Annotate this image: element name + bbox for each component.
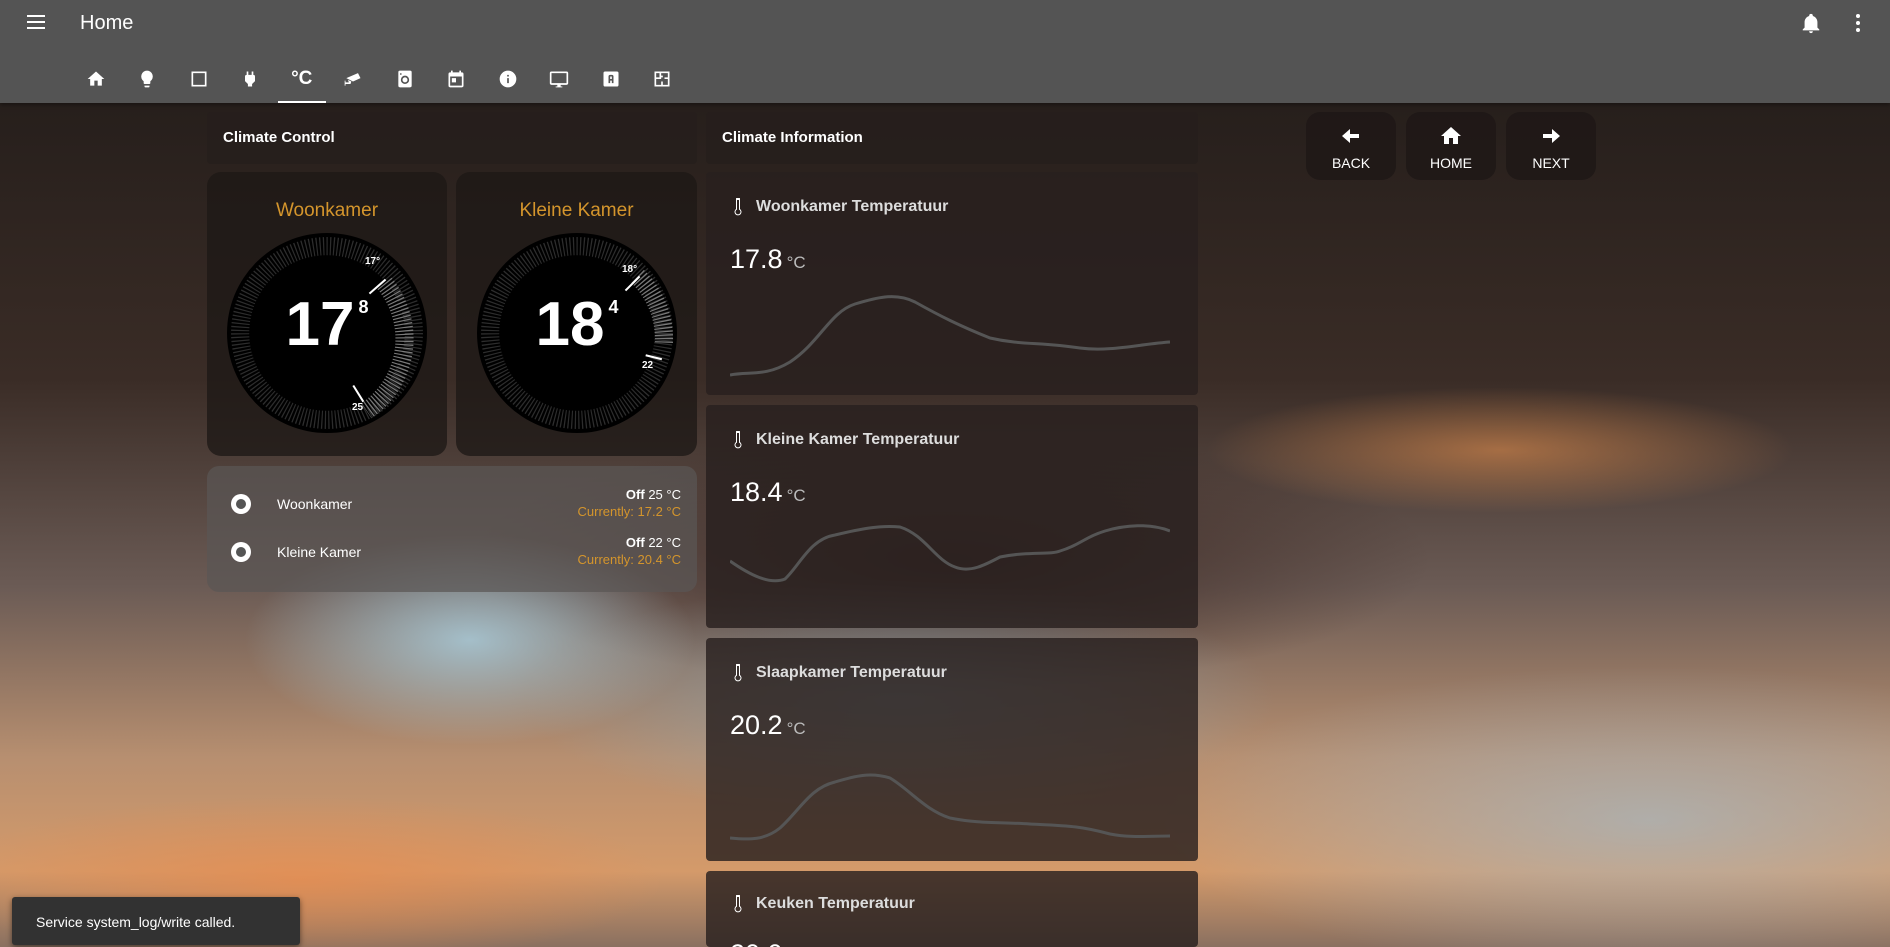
tab-security[interactable] <box>328 55 380 103</box>
arrow-left-icon <box>1342 129 1359 143</box>
sensor-card-keuken[interactable]: Keuken Temperatuur 20.0°C <box>706 871 1198 947</box>
tab-switches[interactable] <box>225 55 277 103</box>
thermostat-summary-card: Woonkamer Off 25 °C Currently: 17.2 °C K… <box>207 466 697 592</box>
tab-media[interactable] <box>534 55 586 103</box>
washing-machine-icon <box>398 70 412 88</box>
sensor-history-graph <box>730 748 1170 858</box>
next-button[interactable]: NEXT <box>1506 112 1596 180</box>
tab-lights[interactable] <box>122 55 174 103</box>
target-marker-label: 22 <box>642 360 654 371</box>
climate-information-title: Climate Information <box>722 129 863 146</box>
thermostat-icon <box>231 494 251 514</box>
lightbulb-icon <box>141 70 154 88</box>
summary-name: Kleine Kamer <box>277 544 362 560</box>
thermostat-card-kleine-kamer[interactable]: Kleine Kamer 18 4 18° 22 <box>456 172 697 456</box>
arrow-right-icon <box>1543 129 1560 143</box>
thermostat-name: Woonkamer <box>275 200 379 221</box>
view-tabs: °C <box>70 55 688 103</box>
tab-info[interactable] <box>482 55 534 103</box>
home-icon <box>1441 127 1461 144</box>
sensor-card-woonkamer[interactable]: Woonkamer Temperatuur 17.8 °C <box>706 172 1198 395</box>
sensor-value: 20.0°C <box>730 939 806 947</box>
summary-name: Woonkamer <box>277 496 353 512</box>
tab-home[interactable] <box>70 55 122 103</box>
menu-icon[interactable] <box>24 10 48 34</box>
summary-row-woonkamer[interactable]: Woonkamer Off 25 °C Currently: 17.2 °C <box>207 485 697 525</box>
thermostat-value: 18 4 <box>535 290 619 359</box>
current-marker-label: 18° <box>622 264 638 275</box>
tab-automation[interactable] <box>585 55 637 103</box>
overflow-menu-icon[interactable] <box>1852 12 1864 34</box>
summary-state: Off 22 °C Currently: 20.4 °C <box>577 535 681 567</box>
climate-control-header: Climate Control <box>207 112 697 164</box>
sensor-value: 17.8 °C <box>730 244 806 274</box>
thermostat-card-woonkamer[interactable]: Woonkamer 17 8 17° 25 <box>207 172 447 456</box>
tab-floorplan[interactable] <box>637 55 689 103</box>
page-title: Home <box>80 12 134 34</box>
monitor-icon <box>550 71 569 88</box>
thermostat-name: Kleine Kamer <box>519 200 634 221</box>
thermometer-icon <box>734 431 742 449</box>
sensor-value: 18.4 °C <box>730 477 806 507</box>
summary-row-kleine-kamer[interactable]: Kleine Kamer Off 22 °C Currently: 20.4 °… <box>207 533 697 573</box>
thermometer-icon <box>734 198 742 216</box>
sensor-card-kleine-kamer[interactable]: Kleine Kamer Temperatuur 18.4 °C <box>706 405 1198 628</box>
sensor-history-graph <box>730 515 1170 625</box>
toast-message: Service system_log/write called. <box>36 914 236 930</box>
summary-current: Currently: 17.2 °C <box>577 504 681 519</box>
current-marker-label: 17° <box>365 256 381 267</box>
climate-information-header: Climate Information <box>706 112 1198 164</box>
sensor-name: Slaapkamer Temperatuur <box>734 664 947 682</box>
alpha-a-box-icon <box>603 71 619 87</box>
notification-bell-icon[interactable] <box>1800 12 1822 34</box>
thermostat-dial[interactable]: 17 8 17° 25 <box>226 232 428 434</box>
summary-current: Currently: 20.4 °C <box>577 552 681 567</box>
app-toolbar: Home °C <box>0 0 1890 103</box>
sensor-card-slaapkamer[interactable]: Slaapkamer Temperatuur 20.2 °C <box>706 638 1198 861</box>
tab-climate[interactable]: °C <box>276 55 328 103</box>
celsius-icon: °C <box>291 68 313 89</box>
square-icon <box>191 71 207 87</box>
thermometer-icon <box>734 895 742 913</box>
power-plug-icon <box>245 71 256 87</box>
toast-notification: Service system_log/write called. <box>12 897 300 945</box>
home-button[interactable]: HOME <box>1406 112 1496 180</box>
floor-plan-icon <box>654 71 670 87</box>
target-marker-label: 25 <box>352 402 364 413</box>
tab-calendar[interactable] <box>431 55 483 103</box>
information-icon <box>499 70 517 88</box>
calendar-icon <box>448 70 464 88</box>
thermometer-icon <box>734 664 742 682</box>
sensor-history-graph <box>730 282 1170 392</box>
security-camera-icon <box>344 73 361 86</box>
back-button[interactable]: BACK <box>1306 112 1396 180</box>
tab-appliances[interactable] <box>379 55 431 103</box>
sensor-name: Kleine Kamer Temperatuur <box>734 431 959 449</box>
sensor-name: Woonkamer Temperatuur <box>734 198 948 216</box>
climate-control-title: Climate Control <box>223 129 335 146</box>
sensor-name: Keuken Temperatuur <box>734 895 915 913</box>
sensor-value: 20.2 °C <box>730 710 806 740</box>
summary-state: Off 25 °C Currently: 17.2 °C <box>577 487 681 519</box>
home-icon <box>87 71 105 86</box>
thermostat-dial[interactable]: 18 4 18° 22 <box>476 232 678 434</box>
thermostat-value: 17 8 <box>285 290 369 359</box>
thermostat-icon <box>231 542 251 562</box>
tab-covers[interactable] <box>173 55 225 103</box>
